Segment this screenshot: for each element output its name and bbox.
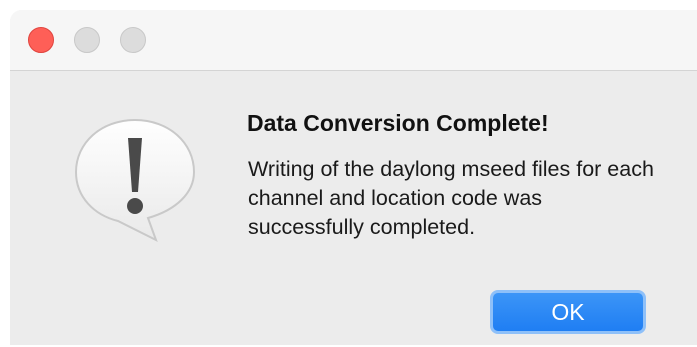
alert-title: Data Conversion Complete! bbox=[247, 110, 549, 136]
minimize-window-button[interactable] bbox=[74, 27, 100, 53]
zoom-window-button[interactable] bbox=[120, 27, 146, 53]
title-bar bbox=[10, 10, 697, 71]
alert-message: Writing of the daylong mseed files for e… bbox=[248, 157, 654, 239]
ok-button-label: OK bbox=[551, 298, 585, 325]
close-window-button[interactable] bbox=[28, 27, 54, 53]
alert-dialog: Data Conversion Complete! Writing of the… bbox=[10, 10, 697, 345]
ok-button[interactable]: OK bbox=[490, 290, 646, 334]
caution-speech-bubble-icon bbox=[74, 118, 196, 243]
